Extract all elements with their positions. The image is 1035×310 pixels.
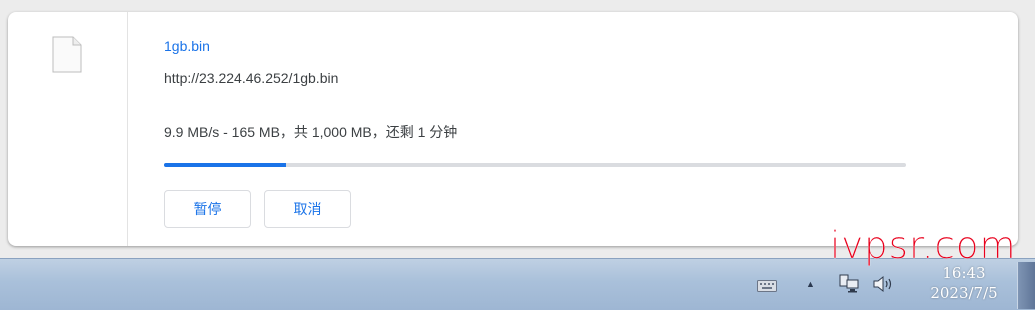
network-icon[interactable] (838, 274, 860, 294)
watermark-text: ivpsr.com (830, 224, 1017, 267)
show-hidden-icons-arrow-icon[interactable]: ▲ (806, 279, 815, 289)
keyboard-icon[interactable] (757, 280, 777, 292)
progress-bar-fill (164, 163, 287, 167)
file-name-link[interactable]: 1gb.bin (164, 38, 210, 54)
volume-icon[interactable] (872, 275, 894, 293)
clock-date: 2023/7/5 (930, 284, 998, 302)
file-icon (52, 36, 82, 73)
progress-bar (164, 163, 906, 167)
pause-button[interactable]: 暂停 (164, 190, 251, 228)
system-clock[interactable]: 16:43 2023/7/5 (918, 263, 1010, 303)
download-status-text: 9.9 MB/s - 165 MB，共 1,000 MB，还剩 1 分钟 (164, 124, 458, 140)
show-desktop-button[interactable] (1017, 262, 1035, 309)
download-item-card: 1gb.bin http://23.224.46.252/1gb.bin 9.9… (8, 12, 1018, 246)
download-url: http://23.224.46.252/1gb.bin (164, 70, 339, 86)
cancel-button[interactable]: 取消 (264, 190, 351, 228)
divider (127, 12, 128, 246)
